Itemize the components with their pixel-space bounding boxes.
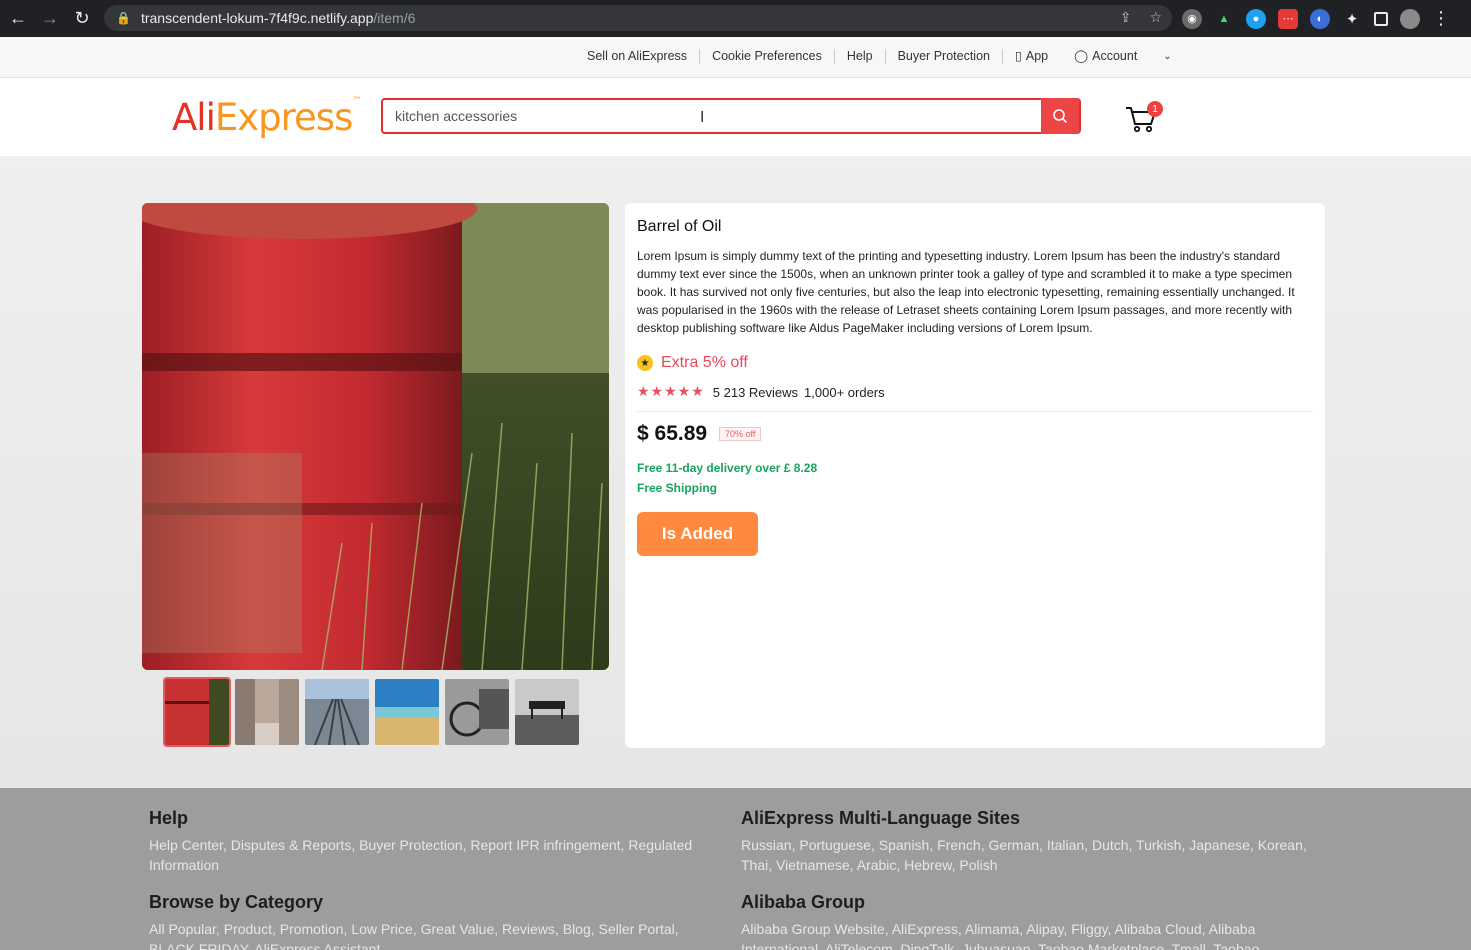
url-path: /item/6 [373,10,416,26]
aliexpress-logo[interactable]: AliExpress™ [172,96,361,139]
thumbnail-pier[interactable] [515,679,579,745]
bookmark-star-icon[interactable]: ☆ [1149,9,1162,26]
footer-help-title: Help [149,808,189,828]
divider [637,411,1313,412]
footer-alibaba-links[interactable]: Alibaba Group Website, AliExpress, Alima… [741,919,1311,950]
footer-browse: Browse by Category All Popular, Product,… [149,892,719,950]
promo-text: Extra 5% off [661,354,748,371]
thumb-pier-image [515,679,579,745]
barrel-image [142,203,609,670]
footer-help-links[interactable]: Help Center, Disputes & Reports, Buyer P… [149,835,719,875]
extensions-puzzle-icon[interactable]: ✦ [1342,9,1362,29]
footer-help: Help Help Center, Disputes & Reports, Bu… [149,808,719,875]
star-rating-icon: ★★★★★ [637,384,705,400]
share-icon[interactable]: ⇪ [1120,9,1132,26]
url-host: transcendent-lokum-7f4f9c.netlify.app [140,10,374,26]
account-link-label: Account [1092,49,1138,63]
logo-express: Express [214,96,353,139]
footer-alibaba-title: Alibaba Group [741,892,866,912]
search-button[interactable] [1041,98,1079,134]
thumb-street-image [235,679,299,745]
extension-password-icon[interactable]: ⋯ [1278,8,1298,29]
footer-browse-title: Browse by Category [149,892,324,912]
thumb-beach-image [375,679,439,745]
thumb-rails-image [305,679,369,745]
footer-languages-links[interactable]: Russian, Portuguese, Spanish, French, Ge… [741,835,1311,875]
shipping-info: Free Shipping [637,481,718,495]
account-link[interactable]: ◯ Account [1062,49,1149,64]
chevron-down-icon[interactable]: ⌄ [1151,49,1183,64]
mobile-app-icon: ▯ [1014,49,1022,63]
extension-vue-icon[interactable]: ▲ [1214,9,1234,29]
footer-browse-links[interactable]: All Popular, Product, Promotion, Low Pri… [149,919,719,950]
thumbnail-rails[interactable] [305,679,369,745]
is-added-button[interactable]: Is Added [637,512,758,556]
browser-menu-icon[interactable]: ⋮ [1432,8,1450,29]
thumbnail-strip [163,677,579,747]
lock-icon: 🔒 [116,11,131,25]
app-link-label: App [1025,49,1049,63]
product-price: $ 65.89 [637,422,708,445]
sell-link[interactable]: Sell on AliExpress [575,49,701,64]
footer-alibaba: Alibaba Group Alibaba Group Website, Ali… [741,892,1311,950]
product-info-card: Barrel of Oil Lorem Ipsum is simply dumm… [625,203,1325,748]
help-link[interactable]: Help [835,49,886,64]
delivery-info: Free 11-day delivery over £ 8.28 [637,461,818,475]
site-header: AliExpress™ I 1 [0,78,1471,156]
search-input[interactable] [383,100,1043,132]
discount-badge: 70% off [719,427,762,441]
search-bar: I [381,98,1081,134]
product-description: Lorem Ipsum is simply dummy text of the … [637,249,1295,335]
reviews-count[interactable]: 5 213 Reviews [713,385,798,400]
back-icon[interactable]: ← [2,4,34,34]
thumbnail-street[interactable] [235,679,299,745]
footer-languages-title: AliExpress Multi-Language Sites [741,808,1021,828]
browser-toolbar: ← → ↻ 🔒 transcendent-lokum-7f4f9c.netlif… [0,0,1471,37]
thumbnail-barrel[interactable] [163,677,231,747]
footer-languages: AliExpress Multi-Language Sites Russian,… [741,808,1311,875]
app-link[interactable]: ▯ App [1003,49,1060,64]
promo-line: ★ Extra 5% off [637,354,748,372]
buyer-protection-link[interactable]: Buyer Protection [886,49,1003,64]
product-title: Barrel of Oil [637,218,722,235]
text-cursor-icon: I [700,108,705,126]
user-icon: ◯ [1074,49,1089,63]
thumbnail-beach[interactable] [375,679,439,745]
forward-icon[interactable]: → [34,4,66,34]
address-bar[interactable]: 🔒 transcendent-lokum-7f4f9c.netlify.app /… [104,5,1172,31]
reload-icon[interactable]: ↻ [66,4,98,34]
logo-tm: ™ [352,96,361,106]
thumbnail-bike[interactable] [445,679,509,745]
thumb-bike-image [445,679,509,745]
profile-avatar[interactable] [1400,8,1420,29]
extension-owl-icon[interactable]: ◉ [1182,8,1202,29]
coin-star-icon: ★ [637,355,653,371]
cart-count-badge: 1 [1147,101,1163,117]
extension-globe-icon[interactable]: ◐ [1310,8,1330,29]
extension-cursor-icon[interactable]: ● [1246,8,1266,29]
cookie-preferences-link[interactable]: Cookie Preferences [700,49,835,64]
rating-row: ★★★★★ 5 213 Reviews 1,000+ orders [637,384,885,400]
product-main-image[interactable] [142,203,609,670]
site-footer: Help Help Center, Disputes & Reports, Bu… [0,788,1471,950]
logo-ali: Ali [172,96,216,139]
thumb-barrel-image [165,679,229,745]
search-icon [1053,109,1068,124]
side-panel-icon[interactable] [1374,11,1388,26]
utility-bar: Sell on AliExpress Cookie Preferences He… [0,37,1471,78]
orders-count: 1,000+ orders [804,384,885,400]
